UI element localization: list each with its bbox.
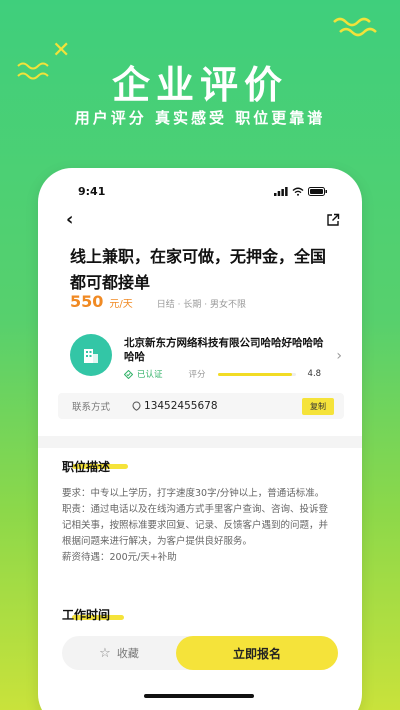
company-name: 北京新东方网络科技有限公司哈哈好哈哈哈哈哈 bbox=[124, 337, 324, 363]
description-title: 职位描述 bbox=[62, 460, 111, 474]
salary-row: 550 元/天 日结 · 长期 · 男女不限 bbox=[70, 292, 246, 311]
salary-unit: 元/天 bbox=[109, 299, 133, 310]
section-divider bbox=[38, 436, 362, 448]
copy-button[interactable]: 复制 bbox=[302, 397, 334, 415]
status-time: 9:41 bbox=[78, 184, 106, 198]
home-indicator bbox=[144, 694, 254, 698]
favorite-button[interactable]: ☆ 收藏 bbox=[62, 636, 176, 670]
hero-subtitle: 用户评分 真实感受 职位更靠谱 bbox=[74, 109, 326, 127]
phone-icon bbox=[132, 401, 141, 411]
signal-icon bbox=[274, 186, 288, 196]
building-icon bbox=[84, 349, 98, 363]
work-time-title: 工作时间 bbox=[62, 608, 111, 622]
description-duties: 职责：通过电话以及在线沟通方式手里客户查询、咨询、投诉登记相关事，按照标准要求回… bbox=[62, 504, 329, 547]
bottom-action-bar: ☆ 收藏 立即报名 bbox=[62, 636, 338, 670]
job-tags: 日结 · 长期 · 男女不限 bbox=[156, 300, 246, 310]
salary-value: 550 bbox=[70, 292, 104, 311]
chevron-right-icon: › bbox=[336, 348, 342, 364]
phone-frame: 9:41 ‹ 线上兼职，在家可做，无押金，全国都可都接单 550 元/天 日结 … bbox=[38, 168, 362, 710]
contact-phone: 13452455678 bbox=[144, 400, 218, 412]
share-icon[interactable] bbox=[326, 213, 340, 227]
battery-icon bbox=[308, 186, 327, 196]
wifi-icon bbox=[292, 187, 304, 196]
hero-title: 企业评价 bbox=[111, 63, 288, 107]
nav-bar: ‹ bbox=[66, 210, 340, 230]
contact-row: 联系方式 13452455678 复制 bbox=[58, 393, 344, 419]
description-salary: 薪资待遇：200元/天+补助 bbox=[62, 552, 177, 563]
favorite-label: 收藏 bbox=[116, 647, 139, 660]
rating-bar-fill bbox=[217, 372, 293, 376]
status-bar: 9:41 bbox=[38, 182, 362, 200]
company-logo bbox=[70, 334, 112, 376]
contact-label: 联系方式 bbox=[72, 402, 111, 413]
back-arrow-icon[interactable]: ‹ bbox=[66, 211, 73, 229]
description-body: 要求：中专以上学历，打字速度30字/分钟以上，普通话标准。 职责：通过电话以及在… bbox=[62, 486, 336, 566]
status-icons bbox=[274, 186, 328, 196]
job-title: 线上兼职，在家可做，无押金，全国都可都接单 bbox=[70, 247, 327, 292]
company-verify-row: 已认证 评分 4.8 bbox=[124, 368, 321, 380]
description-requirement: 要求：中专以上学历，打字速度30字/分钟以上，普通话标准。 bbox=[62, 488, 325, 499]
rating-value: 4.8 bbox=[307, 369, 322, 379]
rating-label: 评分 bbox=[188, 370, 206, 380]
apply-button[interactable]: 立即报名 bbox=[176, 636, 338, 670]
decorative-wave-icon bbox=[333, 17, 377, 37]
verified-text: 已认证 bbox=[137, 370, 163, 380]
star-icon: ☆ bbox=[99, 645, 111, 661]
rating-bar bbox=[217, 372, 296, 376]
verified-badge-icon bbox=[124, 369, 133, 379]
